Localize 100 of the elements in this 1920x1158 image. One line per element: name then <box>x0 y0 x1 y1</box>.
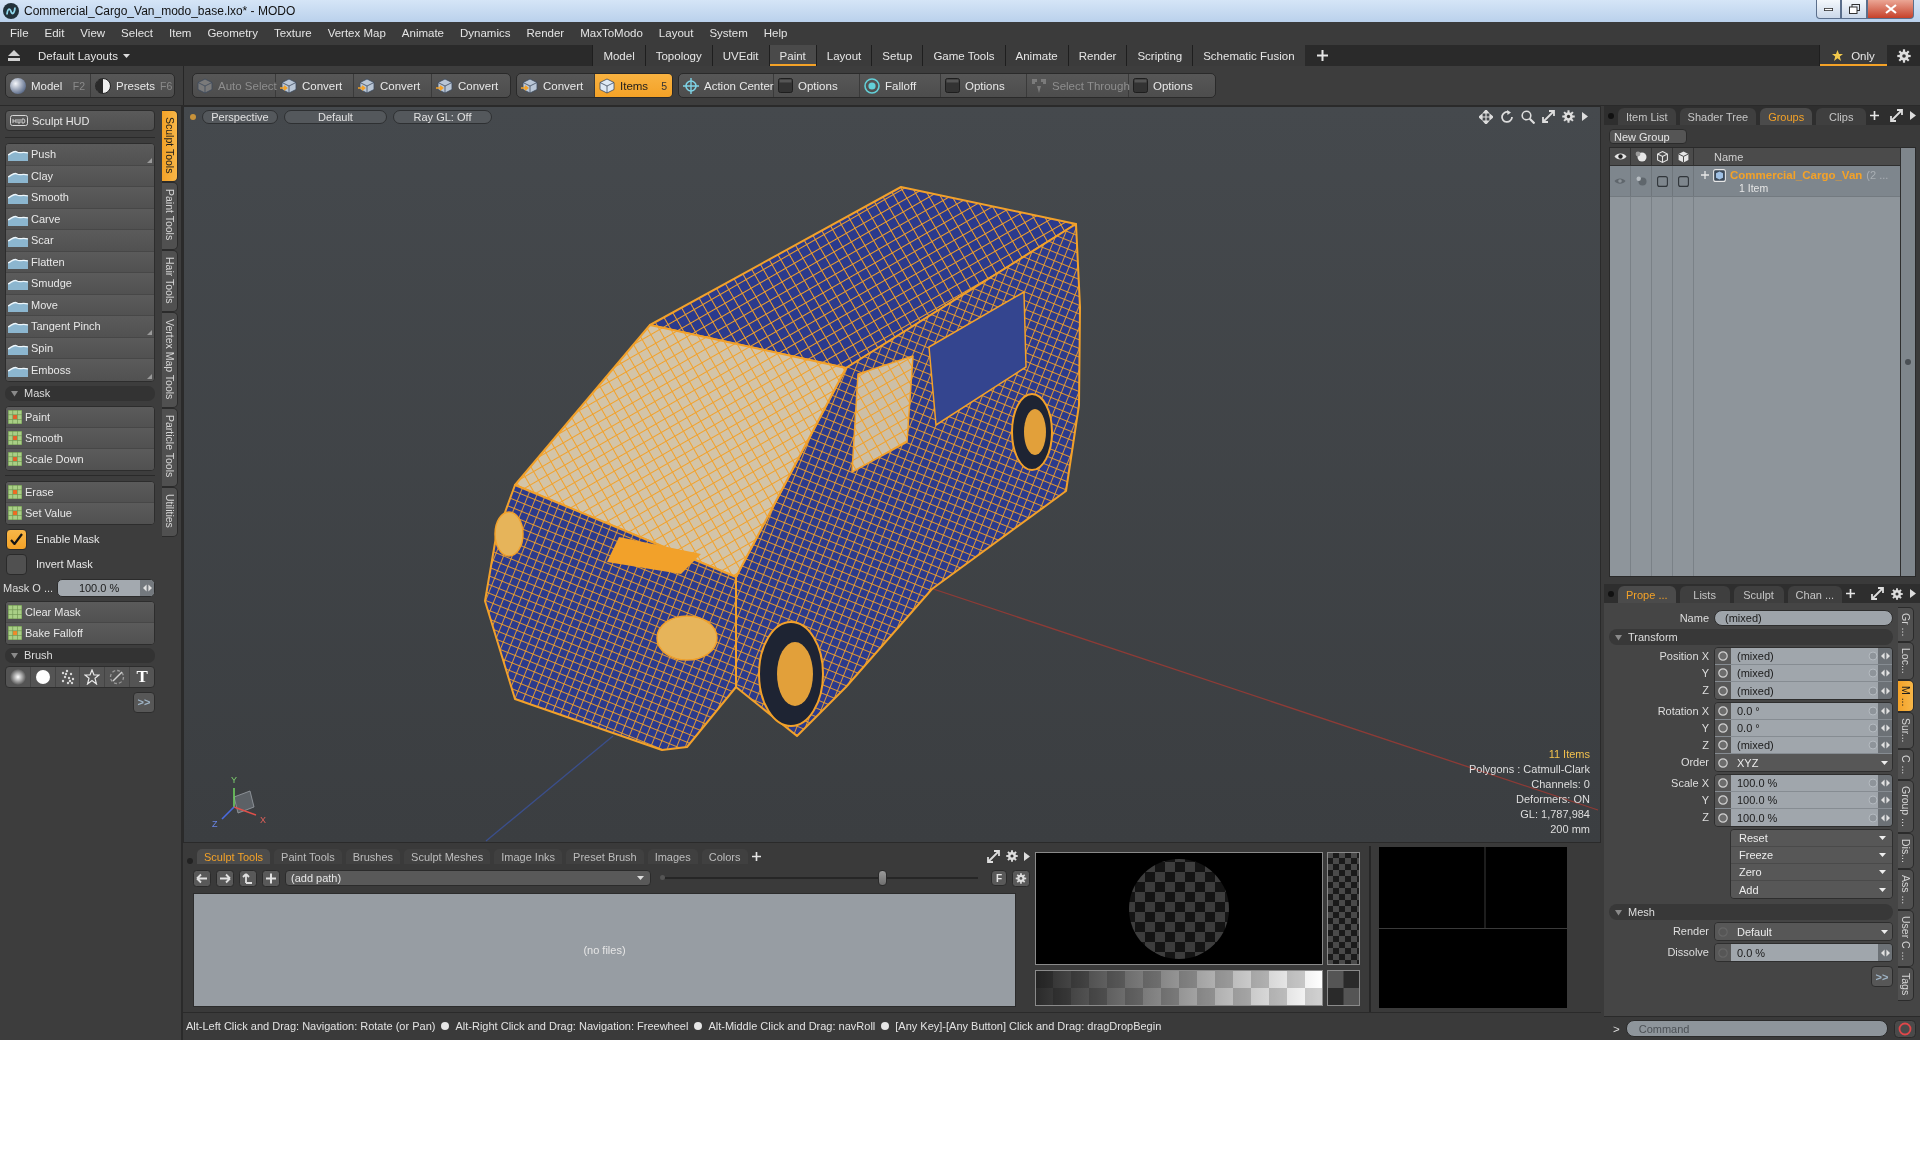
layout-tab[interactable]: Render <box>1067 45 1127 66</box>
cube-outline-icon[interactable] <box>1656 150 1668 163</box>
square-icon[interactable] <box>1656 175 1668 187</box>
side-tab[interactable]: User C ... <box>1898 910 1914 967</box>
side-tab[interactable]: Paint Tools <box>162 182 178 250</box>
add-tab-icon[interactable] <box>1846 589 1856 598</box>
toolbar-button[interactable]: Convert <box>517 74 595 97</box>
menu-item[interactable]: Layout <box>650 22 702 45</box>
mask-tool-button[interactable]: Scale Down <box>6 448 154 470</box>
panel-tab[interactable]: Clips <box>1816 108 1867 125</box>
side-tab[interactable]: Sculpt Tools <box>162 110 178 183</box>
stepper-arrows-icon[interactable] <box>1880 686 1890 695</box>
side-tab[interactable]: Hair Tools <box>162 249 178 313</box>
toolbar-button[interactable]: Presets F6 <box>91 74 174 97</box>
action-dropdown[interactable]: Add <box>1731 881 1892 898</box>
stepper-arrows-icon[interactable] <box>1880 813 1890 822</box>
sculpt-tool-button[interactable]: Scar <box>6 230 154 252</box>
settings-icon[interactable] <box>1006 850 1018 862</box>
panel-tab[interactable]: Prope ... <box>1618 586 1676 603</box>
record-icon[interactable] <box>1894 1019 1916 1038</box>
browser-tab[interactable]: Sculpt Tools <box>197 849 271 864</box>
side-tab[interactable]: Dis... <box>1898 833 1914 869</box>
viewport-menu-button[interactable]: Ray GL: Off <box>393 109 492 124</box>
arrow-right-icon[interactable] <box>1024 851 1030 861</box>
layout-tab[interactable]: Scripting <box>1126 45 1193 66</box>
menu-item[interactable]: System <box>701 22 756 45</box>
toolbar-button[interactable]: Convert <box>432 74 510 97</box>
side-tab[interactable]: Particle Tools <box>162 408 178 487</box>
menu-item[interactable]: File <box>2 22 37 45</box>
menu-item[interactable]: Animate <box>393 22 452 45</box>
layout-tab[interactable]: Model <box>592 45 645 66</box>
sculpt-tool-button[interactable]: Carve <box>6 208 154 230</box>
expand-icon[interactable] <box>987 849 1000 863</box>
stepper-arrows-icon[interactable] <box>1880 796 1890 804</box>
filter-button[interactable]: F <box>991 870 1007 886</box>
expand-icon[interactable] <box>1890 109 1903 122</box>
section-header[interactable]: Transform <box>1609 629 1893 645</box>
maximize-button[interactable] <box>1841 0 1867 19</box>
stepper-arrows-icon[interactable] <box>1880 652 1890 660</box>
sculpt-tool-button[interactable]: Tangent Pinch <box>6 316 154 338</box>
expand-icon[interactable] <box>1871 587 1884 600</box>
action-dropdown[interactable]: Reset <box>1731 830 1892 847</box>
layout-tab[interactable]: UVEdit <box>711 45 769 66</box>
action-dropdown[interactable]: Zero <box>1731 864 1892 881</box>
square-icon[interactable] <box>1677 175 1689 187</box>
dot-icon[interactable] <box>187 858 193 864</box>
only-filter-button[interactable]: Only <box>1819 45 1887 66</box>
triangle-icon[interactable] <box>1615 908 1622 916</box>
slider-thumb[interactable] <box>878 870 888 886</box>
browser-tab[interactable]: Sculpt Meshes <box>404 849 491 864</box>
sculpt-tool-button[interactable]: Emboss <box>6 359 154 381</box>
toolbar-button[interactable]: Action Center <box>679 74 774 97</box>
side-tab[interactable]: Ass ... <box>1898 869 1914 911</box>
cube-icon[interactable] <box>1677 150 1689 163</box>
stepper-arrows-icon[interactable] <box>1880 707 1890 715</box>
menu-item[interactable]: Render <box>518 22 573 45</box>
toolbar-button[interactable]: Options <box>774 74 860 97</box>
sculpt-tool-button[interactable]: Push <box>6 144 154 166</box>
side-tab[interactable]: Tags <box>1898 966 1914 1001</box>
command-field[interactable]: Command <box>1625 1020 1888 1037</box>
menu-item[interactable]: Edit <box>36 22 73 45</box>
browser-tab[interactable]: Image Inks <box>494 849 563 864</box>
panel-tab[interactable]: Shader Tree <box>1679 108 1757 125</box>
section-header[interactable]: Mask <box>5 385 155 401</box>
eject-icon[interactable] <box>8 50 20 61</box>
menu-item[interactable]: Help <box>755 22 796 45</box>
mask-tool-button[interactable]: Set Value <box>6 502 154 524</box>
minimize-button[interactable] <box>1816 0 1841 19</box>
two-circles-icon[interactable] <box>1635 176 1647 186</box>
viewport-menu-button[interactable]: Perspective <box>202 109 278 124</box>
plus-icon[interactable] <box>262 869 280 887</box>
side-tab[interactable]: C ... <box>1898 748 1914 781</box>
toolbar-button[interactable]: Convert <box>276 74 354 97</box>
eye-icon[interactable] <box>1613 152 1627 161</box>
menu-item[interactable]: Select <box>113 22 162 45</box>
side-tab[interactable]: Group ... <box>1898 780 1914 834</box>
layout-tab[interactable]: Setup <box>871 45 923 66</box>
browser-tab[interactable]: Paint Tools <box>274 849 342 864</box>
side-tab[interactable]: Vertex Map Tools <box>162 312 178 409</box>
two-circles-icon[interactable] <box>1635 151 1647 162</box>
dot-icon[interactable] <box>1608 590 1614 597</box>
menu-item[interactable]: View <box>72 22 114 45</box>
settings-icon[interactable] <box>1891 587 1903 600</box>
mask-tool-button[interactable]: Clear Mask <box>6 601 154 623</box>
arrow-right-icon[interactable] <box>1910 589 1916 598</box>
panel-tab[interactable]: Chan ... <box>1787 586 1843 603</box>
maximize-icon[interactable] <box>1542 110 1555 123</box>
name-field[interactable]: (mixed) <box>1714 609 1893 626</box>
menu-item[interactable]: Geometry <box>199 22 266 45</box>
layouts-dropdown[interactable]: Default Layouts <box>38 49 130 62</box>
panel-tab[interactable]: Lists <box>1679 586 1730 603</box>
section-header[interactable]: Brush <box>5 647 155 663</box>
move-icon[interactable] <box>1479 109 1493 124</box>
mask-tool-button[interactable]: Smooth <box>6 427 154 449</box>
panel-tab[interactable]: Groups <box>1760 108 1813 125</box>
menu-item[interactable]: Texture <box>265 22 320 45</box>
toolbar-button[interactable]: Falloff <box>860 74 941 97</box>
layout-tab[interactable]: Game Tools <box>922 45 1005 66</box>
mask-tool-button[interactable]: Erase <box>6 481 154 503</box>
zoom-icon[interactable] <box>1521 109 1535 124</box>
